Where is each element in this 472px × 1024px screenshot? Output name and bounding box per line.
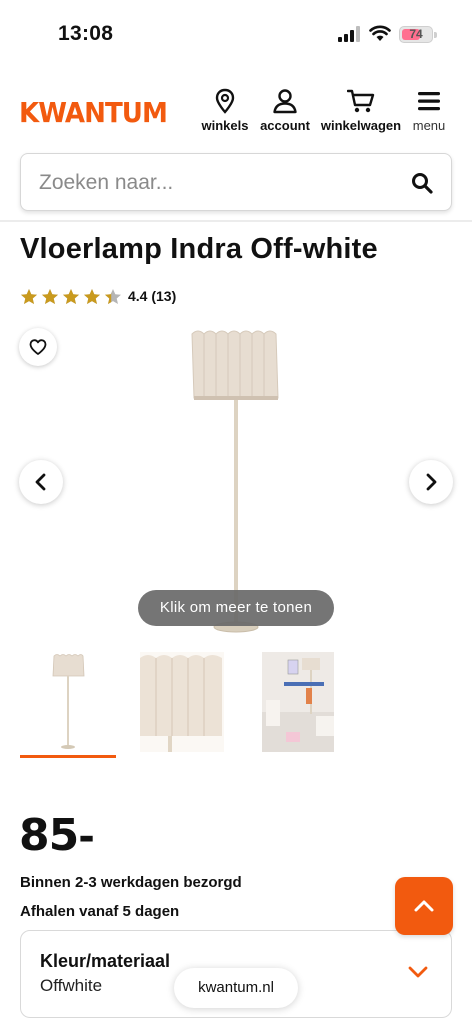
star-icon [21, 288, 37, 304]
hamburger-icon [418, 92, 440, 111]
kwantum-logo[interactable]: KWANTUM [19, 96, 168, 129]
favorite-button[interactable] [19, 328, 57, 366]
gallery-prev-button[interactable] [19, 460, 63, 504]
battery-level: 74 [409, 27, 423, 41]
nav-label-account: account [260, 118, 310, 133]
nav-label-winkelwagen: winkelwagen [320, 118, 402, 133]
thumbnail-1[interactable] [20, 652, 116, 758]
wifi-icon [369, 25, 391, 41]
site-header: KWANTUM winkels account winkelwagen menu [0, 80, 472, 144]
thumbnail-3[interactable] [262, 652, 334, 752]
nav-label-winkels: winkels [201, 118, 249, 133]
rating-stars [20, 288, 122, 305]
price-amount: 85 [19, 810, 79, 861]
star-icon [105, 288, 121, 304]
search-input[interactable] [39, 168, 399, 198]
show-more-button[interactable]: Klik om meer te tonen [138, 590, 334, 626]
star-icon [84, 288, 100, 304]
star-icon [42, 288, 58, 304]
scroll-to-top-button[interactable] [395, 877, 453, 935]
thumbnail-room-scene-image [262, 652, 334, 752]
status-bar: 13:08 74 [0, 0, 472, 64]
product-title: Vloerlamp Indra Off-white [20, 233, 378, 265]
nav-winkels[interactable]: winkels [201, 88, 249, 133]
nav-winkelwagen[interactable]: winkelwagen [319, 88, 403, 133]
pickup-info: Afhalen vanaf 5 dagen [20, 903, 180, 920]
nav-account[interactable]: account [257, 88, 313, 133]
variant-label: Kleur/materiaal [40, 951, 171, 971]
browser-url-bar[interactable]: kwantum.nl [174, 968, 298, 1008]
cellular-signal-icon [338, 26, 360, 42]
chevron-up-icon [414, 900, 434, 912]
thumbnail-lamp-full-image [52, 654, 85, 749]
location-pin-icon [215, 88, 235, 114]
gallery-thumbnails [0, 652, 472, 762]
user-icon [273, 89, 297, 114]
cart-icon [347, 89, 375, 113]
nav-menu[interactable]: menu [410, 88, 448, 133]
thumbnail-2[interactable] [140, 652, 224, 752]
product-rating[interactable]: 4.4 (13) [20, 285, 176, 307]
chevron-down-icon [408, 966, 428, 978]
chevron-right-icon [426, 473, 437, 491]
battery-tip [434, 32, 437, 38]
header-divider [0, 220, 472, 222]
delivery-info: Binnen 2-3 werkdagen bezorgd [20, 874, 242, 891]
active-thumbnail-indicator [20, 755, 116, 758]
nav-label-menu: menu [412, 118, 446, 133]
gallery-next-button[interactable] [409, 460, 453, 504]
price-suffix: - [78, 814, 95, 860]
star-icon [63, 288, 79, 304]
heart-icon [29, 339, 47, 355]
variant-value: Offwhite [40, 976, 103, 995]
battery-icon: 74 [399, 26, 433, 43]
product-gallery: Klik om meer te tonen [0, 318, 472, 638]
thumbnail-shade-closeup-image [140, 652, 224, 752]
chevron-left-icon [35, 473, 46, 491]
product-price: 85- [19, 810, 95, 861]
rating-value: 4.4 (13) [128, 288, 177, 304]
search-icon[interactable] [411, 172, 433, 194]
status-time: 13:08 [58, 22, 114, 45]
search-bar [20, 153, 452, 211]
